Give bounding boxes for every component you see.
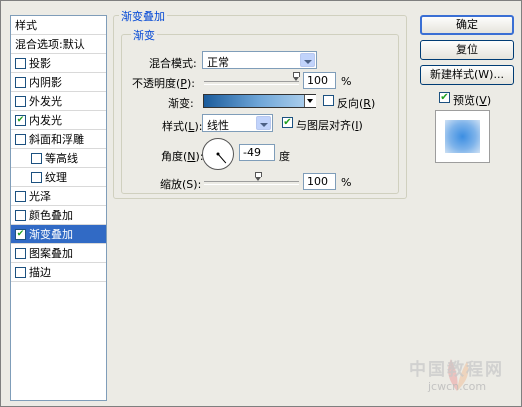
style-item-texture[interactable]: 纹理 — [11, 168, 106, 187]
stroke-checkbox[interactable] — [15, 267, 26, 278]
gradient-style-select[interactable]: 线性 — [202, 114, 273, 132]
style-item-label: 斜面和浮雕 — [29, 133, 84, 146]
preview-checkbox[interactable]: ✔ — [439, 92, 450, 103]
style-preview — [435, 110, 490, 163]
angle-dial[interactable] — [202, 138, 234, 170]
reverse-label: 反向(R) — [337, 97, 376, 110]
style-item-label: 内阴影 — [29, 76, 62, 89]
inner-glow-checkbox[interactable]: ✔ — [15, 115, 26, 126]
satin-checkbox[interactable] — [15, 191, 26, 202]
chevron-down-icon[interactable] — [256, 116, 271, 130]
style-item-bevel-emboss[interactable]: 斜面和浮雕 — [11, 130, 106, 149]
gradient-style-value: 线性 — [207, 119, 229, 132]
scale-input[interactable]: 100 — [303, 173, 336, 190]
style-item-pattern-overlay[interactable]: 图案叠加 — [11, 244, 106, 263]
style-item-label: 等高线 — [45, 152, 78, 165]
gradient-subgroup-title: 渐变 — [131, 27, 157, 43]
chevron-down-icon[interactable] — [300, 53, 315, 67]
preview-label: 预览(V) — [453, 94, 492, 107]
gradient-picker-arrow-icon[interactable] — [304, 95, 316, 107]
gradient-swatch[interactable] — [203, 94, 316, 108]
color-overlay-checkbox[interactable] — [15, 210, 26, 221]
style-item-inner-shadow[interactable]: 内阴影 — [11, 73, 106, 92]
opacity-input[interactable]: 100 — [303, 72, 336, 89]
preview-swatch — [445, 120, 480, 153]
opacity-slider-thumb[interactable] — [293, 72, 300, 81]
style-item-contour[interactable]: 等高线 — [11, 149, 106, 168]
gradient-overlay-checkbox[interactable]: ✔ — [15, 229, 26, 240]
bevel-emboss-checkbox[interactable] — [15, 134, 26, 145]
opacity-unit: % — [341, 75, 352, 88]
scale-slider[interactable] — [204, 181, 299, 185]
style-item-label: 内发光 — [29, 114, 62, 127]
drop-shadow-checkbox[interactable] — [15, 58, 26, 69]
new-style-button[interactable]: 新建样式(W)... — [420, 65, 514, 85]
style-item-label: 外发光 — [29, 95, 62, 108]
blend-mode-value: 正常 — [207, 56, 229, 69]
watermark: 中国教程网 jcwcn.com — [401, 353, 516, 401]
ok-button[interactable]: 确定 — [420, 15, 514, 35]
contour-checkbox[interactable] — [31, 153, 42, 164]
style-item-label: 颜色叠加 — [29, 209, 73, 222]
angle-unit: 度 — [279, 150, 290, 163]
opacity-slider[interactable] — [204, 81, 299, 85]
style-item-label: 纹理 — [45, 171, 67, 184]
scale-label: 缩放(S): — [160, 178, 202, 191]
pattern-overlay-checkbox[interactable] — [15, 248, 26, 259]
styles-header[interactable]: 样式 — [11, 16, 106, 35]
blend-options-label: 混合选项:默认 — [15, 38, 85, 51]
style-item-satin[interactable]: 光泽 — [11, 187, 106, 206]
style-item-label: 图案叠加 — [29, 247, 73, 260]
outer-glow-checkbox[interactable] — [15, 96, 26, 107]
scale-unit: % — [341, 176, 352, 189]
style-item-label: 描边 — [29, 266, 51, 279]
blend-options-item[interactable]: 混合选项:默认 — [11, 35, 106, 54]
gradient-label: 渐变: — [168, 97, 194, 110]
styles-list: 样式 混合选项:默认 投影 内阴影 外发光 ✔ 内发光 斜面和浮雕 等高线 纹理… — [10, 15, 107, 401]
angle-label: 角度(N): — [161, 150, 204, 163]
style-label: 样式(L): — [162, 120, 203, 133]
style-item-label: 投影 — [29, 57, 51, 70]
scale-slider-thumb[interactable] — [255, 172, 262, 181]
reset-button[interactable]: 复位 — [420, 40, 514, 60]
watermark-url: jcwcn.com — [428, 380, 487, 393]
style-item-drop-shadow[interactable]: 投影 — [11, 54, 106, 73]
gradient-overlay-title: 渐变叠加 — [119, 8, 167, 24]
opacity-label: 不透明度(P): — [132, 77, 195, 90]
angle-dial-graphic — [216, 152, 227, 164]
align-with-layer-checkbox[interactable]: ✔ — [282, 117, 293, 128]
watermark-text: 中国教程网 — [409, 360, 504, 380]
angle-input[interactable]: -49 — [239, 144, 275, 161]
inner-shadow-checkbox[interactable] — [15, 77, 26, 88]
style-item-label: 渐变叠加 — [29, 228, 73, 241]
style-item-outer-glow[interactable]: 外发光 — [11, 92, 106, 111]
style-item-inner-glow[interactable]: ✔ 内发光 — [11, 111, 106, 130]
align-with-layer-label: 与图层对齐(I) — [296, 119, 363, 132]
reverse-checkbox[interactable] — [323, 95, 334, 106]
style-item-stroke[interactable]: 描边 — [11, 263, 106, 282]
style-item-gradient-overlay[interactable]: ✔ 渐变叠加 — [11, 225, 106, 244]
blend-mode-label: 混合模式: — [149, 57, 197, 70]
style-item-label: 光泽 — [29, 190, 51, 203]
styles-header-label: 样式 — [15, 19, 37, 32]
blend-mode-select[interactable]: 正常 — [202, 51, 317, 69]
style-item-color-overlay[interactable]: 颜色叠加 — [11, 206, 106, 225]
texture-checkbox[interactable] — [31, 172, 42, 183]
layer-style-dialog: 样式 混合选项:默认 投影 内阴影 外发光 ✔ 内发光 斜面和浮雕 等高线 纹理… — [0, 0, 522, 407]
